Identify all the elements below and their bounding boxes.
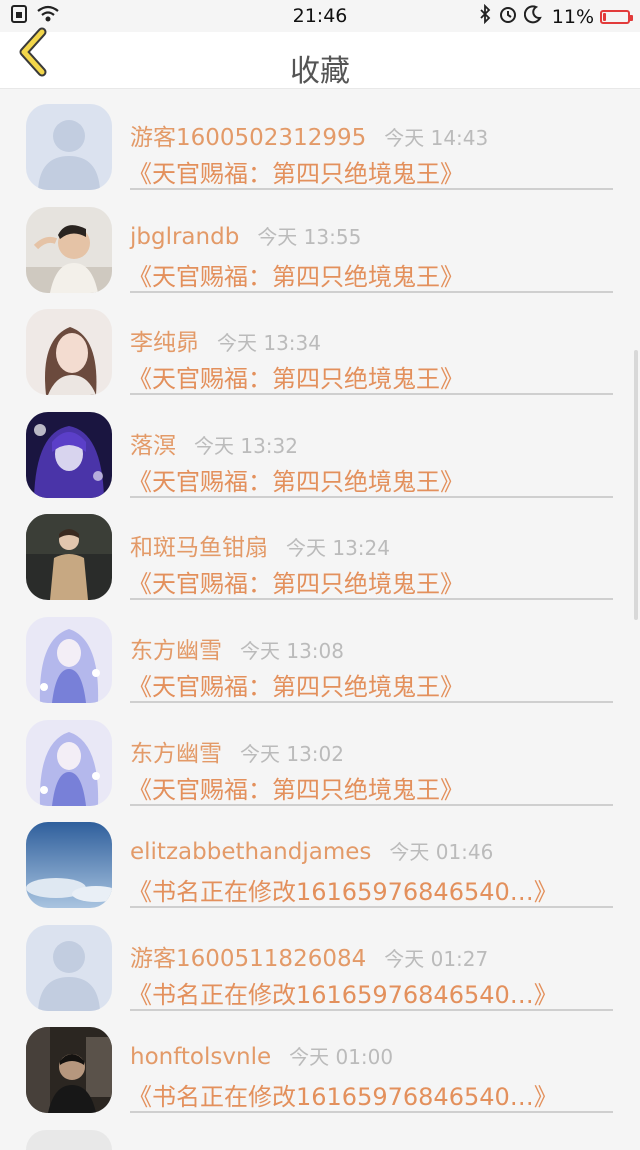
list-item[interactable]: 和斑马鱼钳扇 今天 13:24 《天官赐福：第四只绝境鬼王》	[0, 498, 640, 601]
user-name: 和斑马鱼钳扇 今天 13:24	[130, 528, 390, 562]
list-item[interactable]: 东方幽雪 今天 13:08 《天官赐福：第四只绝境鬼王》	[0, 601, 640, 704]
user-name-text: 落溟	[130, 432, 176, 459]
battery-level-fill	[603, 12, 606, 21]
book-title[interactable]: 《天官赐福：第四只绝境鬼王》	[128, 770, 464, 805]
list-item[interactable]: 李纯昴 今天 13:34 《天官赐福：第四只绝境鬼王》	[0, 293, 640, 396]
divider	[130, 1111, 613, 1114]
list-item[interactable]: elitzabbethandjames 今天 01:46 《书名正在修改16165…	[0, 806, 640, 909]
scrollbar[interactable]	[634, 350, 638, 620]
book-title[interactable]: 《天官赐福：第四只绝境鬼王》	[128, 667, 464, 702]
book-title[interactable]: 《书名正在修改16165976846540…》	[128, 1077, 558, 1112]
book-title[interactable]: 《天官赐福：第四只绝境鬼王》	[128, 564, 464, 599]
user-name: 东方幽雪 今天 13:02	[130, 734, 344, 768]
avatar[interactable]	[26, 514, 112, 601]
timestamp: 今天 13:55	[257, 224, 362, 249]
user-name-text: 游客1600502312995	[130, 125, 367, 151]
user-name: honftolsvnle 今天 01:00	[130, 1041, 393, 1070]
user-name-text: 和斑马鱼钳扇	[130, 535, 268, 562]
list-item[interactable]: 东方幽雪 今天 13:02 《天官赐福：第四只绝境鬼王》	[0, 704, 640, 807]
list-item[interactable]: 落溟 今天 13:32 《天官赐福：第四只绝境鬼王》	[0, 396, 640, 499]
book-title[interactable]: 《书名正在修改16165976846540…》	[128, 975, 558, 1010]
avatar[interactable]	[26, 616, 112, 703]
list-item[interactable]: jbglrandb 今天 13:55 《天官赐福：第四只绝境鬼王》	[0, 191, 640, 294]
list-item[interactable]: honftolsvnle 今天 01:00 《书名正在修改161659768465…	[0, 1011, 640, 1114]
list-item[interactable]: 游客1600502312995 今天 14:43 《天官赐福：第四只绝境鬼王》	[0, 88, 640, 191]
user-name-text: 东方幽雪	[130, 740, 222, 767]
user-name-text: jbglrandb	[130, 223, 240, 250]
avatar[interactable]	[26, 924, 112, 1011]
user-name: 游客1600511826084 今天 01:27	[130, 939, 488, 973]
user-name: elitzabbethandjames 今天 01:46	[130, 836, 493, 865]
timestamp: 今天 14:43	[384, 126, 489, 150]
partial-avatar	[26, 1130, 112, 1150]
avatar[interactable]	[26, 104, 112, 190]
user-name: 落溟 今天 13:32	[130, 426, 298, 460]
book-title[interactable]: 《天官赐福：第四只绝境鬼王》	[128, 462, 464, 497]
user-name: 东方幽雪 今天 13:08	[130, 631, 344, 665]
timestamp: 今天 13:34	[217, 331, 321, 356]
avatar[interactable]	[26, 719, 112, 806]
status-bar: 21:46 11%	[0, 0, 640, 32]
avatar[interactable]	[26, 411, 112, 498]
user-name-text: honftolsvnle	[130, 1044, 272, 1071]
list-item[interactable]: 游客1600511826084 今天 01:27 《书名正在修改161659768…	[0, 909, 640, 1012]
user-name-text: 游客1600511826084	[130, 945, 367, 972]
user-name-text: elitzabbethandjames	[130, 839, 372, 866]
timestamp: 今天 13:32	[194, 433, 298, 458]
timestamp: 今天 13:02	[240, 741, 344, 766]
user-name: 李纯昴 今天 13:34	[130, 323, 321, 357]
user-name: jbglrandb 今天 13:55	[130, 221, 361, 250]
battery-percent: 11%	[551, 5, 594, 28]
avatar[interactable]	[26, 1027, 112, 1114]
book-title[interactable]: 《天官赐福：第四只绝境鬼王》	[128, 154, 464, 189]
page-title: 收藏	[290, 54, 350, 89]
battery-icon	[600, 9, 633, 24]
favorites-list: 游客1600502312995 今天 14:43 《天官赐福：第四只绝境鬼王》 j…	[0, 88, 640, 1114]
moon-icon	[523, 4, 542, 29]
timestamp: 今天 01:00	[289, 1045, 394, 1070]
timestamp: 今天 01:27	[384, 946, 489, 971]
user-name: 游客1600502312995 今天 14:43	[130, 118, 488, 152]
user-name-text: 东方幽雪	[130, 637, 222, 664]
book-title[interactable]: 《书名正在修改16165976846540…》	[128, 872, 558, 907]
book-title[interactable]: 《天官赐福：第四只绝境鬼王》	[128, 257, 464, 292]
app-header: 收藏	[0, 27, 640, 89]
bluetooth-icon	[478, 3, 492, 29]
timestamp: 今天 13:24	[286, 536, 390, 561]
user-name-text: 李纯昴	[130, 330, 199, 357]
avatar[interactable]	[26, 309, 112, 396]
timestamp: 今天 01:46	[389, 840, 494, 865]
book-title[interactable]: 《天官赐福：第四只绝境鬼王》	[128, 359, 464, 394]
avatar[interactable]	[26, 822, 112, 909]
alarm-icon	[498, 4, 518, 29]
timestamp: 今天 13:08	[240, 638, 344, 663]
avatar[interactable]	[26, 206, 112, 293]
